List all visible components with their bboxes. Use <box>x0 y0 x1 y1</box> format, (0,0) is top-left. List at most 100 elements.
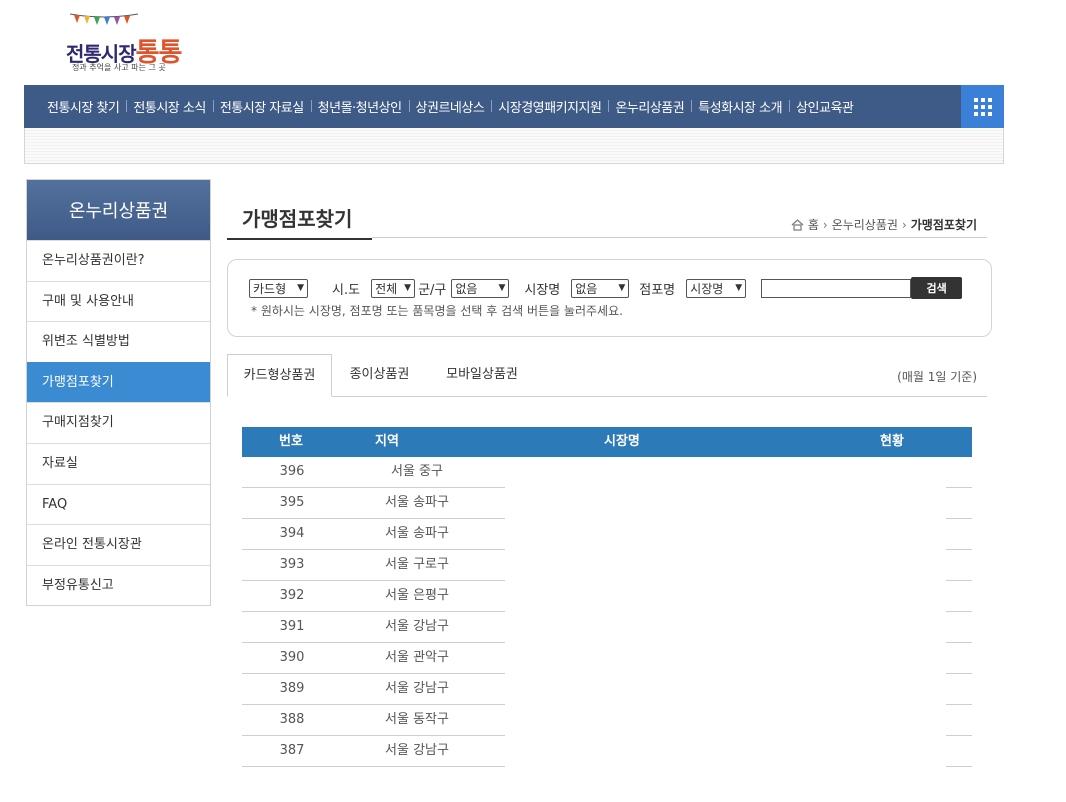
search-input[interactable] <box>761 278 912 298</box>
table-row[interactable]: 389 서울 강남구 <box>242 674 972 705</box>
row-status-cell <box>946 550 972 581</box>
row-number: 390 <box>279 650 305 665</box>
breadcrumb: 홈 › 온누리상품권 › 가맹점포찾기 <box>791 216 977 233</box>
sidebar-menu: 온누리상품권이란? 구매 및 사용안내 위변조 식별방법 가맹점포찾기 구매지점찾기 자료… <box>27 240 210 606</box>
table-row[interactable]: 387 서울 강남구 <box>242 736 972 767</box>
row-status-cell <box>946 519 972 550</box>
title-divider <box>372 237 987 238</box>
sidebar-item-6[interactable]: FAQ <box>27 483 210 525</box>
row-left-cell: 396 서울 중구 <box>242 457 505 488</box>
tab-mobile-voucher[interactable]: 모바일상품권 <box>427 354 537 397</box>
type-select[interactable]: 카드형 ▼ <box>249 278 308 298</box>
nav-item-8[interactable]: 상인교육관 <box>789 97 860 116</box>
table-row[interactable]: 392 서울 은평구 <box>242 581 972 612</box>
row-status-cell <box>946 612 972 643</box>
row-region: 서울 중구 <box>391 464 443 479</box>
row-region: 서울 송파구 <box>385 526 449 541</box>
row-status-cell <box>946 488 972 519</box>
sidebar-item-5[interactable]: 자료실 <box>27 442 210 484</box>
row-number: 393 <box>279 557 305 572</box>
row-region: 서울 은평구 <box>385 588 449 603</box>
market-select[interactable]: 없음 ▼ <box>571 278 630 298</box>
store-table: 번호 지역 시장명 현황 396 서울 중구 395 서울 송파구 394 서울 송파구 3… <box>242 427 972 767</box>
search-button[interactable]: 검색 <box>911 277 963 299</box>
search-hint: * 원하시는 시장명, 점포명 또는 품목명을 선택 후 검색 버튼을 눌러주세… <box>251 304 623 318</box>
sidebar-item-0[interactable]: 온누리상품권이란? <box>27 240 210 281</box>
row-left-cell: 390 서울 관악구 <box>242 643 505 674</box>
breadcrumb-section[interactable]: 온누리상품권 <box>832 216 898 233</box>
table-row[interactable]: 394 서울 송파구 <box>242 519 972 550</box>
row-status-cell <box>946 457 972 488</box>
chevron-down-icon: ▼ <box>735 283 743 293</box>
home-icon[interactable] <box>791 218 804 231</box>
table-row[interactable]: 388 서울 동작구 <box>242 705 972 736</box>
sidebar: 온누리상품권 온누리상품권이란? 구매 및 사용안내 위변조 식별방법 가맹점포찾기 구… <box>26 179 211 607</box>
chevron-down-icon: ▼ <box>297 283 304 293</box>
row-left-cell: 391 서울 강남구 <box>242 612 505 643</box>
all-menu-button[interactable] <box>961 85 1004 128</box>
grid-menu-icon <box>973 97 992 116</box>
sido-select-value: 전체 <box>375 281 398 296</box>
main-nav-list: 전통시장 찾기 전통시장 소식 전통시장 자료실 청년몰·청년상인 상권르네상스 시장경영… <box>24 85 1004 128</box>
header-region: 지역 <box>375 434 399 449</box>
row-status-cell <box>946 581 972 612</box>
row-number: 388 <box>279 712 305 727</box>
chevron-right-icon: › <box>822 217 828 232</box>
table-row[interactable]: 395 서울 송파구 <box>242 488 972 519</box>
submenu-bar <box>24 128 1004 164</box>
nav-item-1[interactable]: 전통시장 소식 <box>126 97 212 116</box>
sidebar-item-3[interactable]: 가맹점포찾기 <box>27 361 210 403</box>
voucher-tabs: 카드형상품권 종이상품권 모바일상품권 (매월 1일 기준) <box>227 354 987 397</box>
row-region: 서울 송파구 <box>385 495 449 510</box>
row-left-cell: 393 서울 구로구 <box>242 550 505 581</box>
table-row[interactable]: 391 서울 강남구 <box>242 612 972 643</box>
sidebar-item-2[interactable]: 위변조 식별방법 <box>27 321 210 362</box>
nav-item-0[interactable]: 전통시장 찾기 <box>40 97 126 116</box>
site-logo[interactable]: 전통시장통통 정과 추억을 사고 파는 그 곳 <box>66 12 196 72</box>
row-number: 395 <box>279 495 305 510</box>
row-region: 서울 관악구 <box>385 650 449 665</box>
tab-card-voucher[interactable]: 카드형상품권 <box>227 354 332 397</box>
row-left-cell: 387 서울 강남구 <box>242 736 505 767</box>
row-status-cell <box>946 643 972 674</box>
nav-item-5[interactable]: 시장경영패키지지원 <box>491 97 608 116</box>
row-left-cell: 389 서울 강남구 <box>242 674 505 705</box>
table-row[interactable]: 390 서울 관악구 <box>242 643 972 674</box>
sidebar-item-4[interactable]: 구매지점찾기 <box>27 402 210 443</box>
store-select-value: 시장명 <box>690 281 724 296</box>
sidebar-item-1[interactable]: 구매 및 사용안내 <box>27 280 210 322</box>
nav-item-3[interactable]: 청년몰·청년상인 <box>310 97 409 116</box>
tab-paper-voucher[interactable]: 종이상품권 <box>332 354 427 397</box>
table-row[interactable]: 393 서울 구로구 <box>242 550 972 581</box>
type-select-value: 카드형 <box>253 281 287 296</box>
gungu-select[interactable]: 없음 ▼ <box>451 278 510 298</box>
breadcrumb-home[interactable]: 홈 <box>808 216 819 233</box>
logo-tagline: 정과 추억을 사고 파는 그 곳 <box>72 63 166 72</box>
breadcrumb-current: 가맹점포찾기 <box>910 218 977 232</box>
store-label: 점포명 <box>639 282 676 298</box>
nav-item-6[interactable]: 온누리상품권 <box>608 97 691 116</box>
table-body: 396 서울 중구 395 서울 송파구 394 서울 송파구 393 서울 구로구 392 서울… <box>242 457 972 767</box>
row-number: 396 <box>279 464 305 479</box>
row-status-cell <box>946 705 972 736</box>
row-number: 387 <box>279 743 305 758</box>
chevron-right-icon: › <box>901 217 907 232</box>
row-number: 391 <box>279 619 305 634</box>
header-status: 현황 <box>880 434 904 449</box>
nav-item-7[interactable]: 특성화시장 소개 <box>691 97 789 116</box>
row-number: 394 <box>279 526 305 541</box>
nav-item-2[interactable]: 전통시장 자료실 <box>212 97 311 116</box>
sidebar-item-8[interactable]: 부정유통신고 <box>27 564 210 606</box>
table-row[interactable]: 396 서울 중구 <box>242 457 972 488</box>
gungu-label: 군/구 <box>418 282 447 298</box>
nav-item-4[interactable]: 상권르네상스 <box>408 97 492 116</box>
sido-select[interactable]: 전체 ▼ <box>371 278 416 298</box>
sidebar-item-7[interactable]: 온라인 전통시장관 <box>27 524 210 565</box>
search-row: 카드형 ▼ 시.도 전체 ▼ 군/구 없음 ▼ 시장명 없음 ▼ 점포명 시장명 ▼ 검색 <box>249 277 963 299</box>
row-left-cell: 388 서울 동작구 <box>242 705 505 736</box>
basis-note: (매월 1일 기준) <box>897 370 977 384</box>
row-region: 서울 강남구 <box>385 619 449 634</box>
market-select-value: 없음 <box>575 281 598 296</box>
gungu-select-value: 없음 <box>455 281 478 296</box>
store-select[interactable]: 시장명 ▼ <box>686 278 747 298</box>
